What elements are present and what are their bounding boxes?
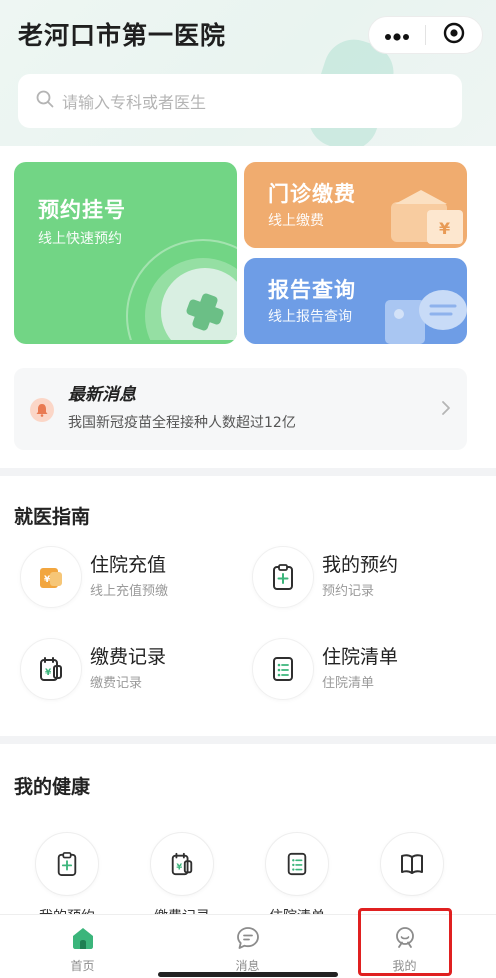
booking-card[interactable]: 预约挂号 线上快速预约 [14, 162, 237, 344]
news-text: 我国新冠疫苗全程接种人数超过12亿 [68, 415, 296, 431]
main-content: 预约挂号 线上快速预约 门诊缴费 线上缴费 ¥ 报告查询 线上报告查询 最新消息… [0, 146, 496, 468]
my-health-section: 我的健康 我的预约 ¥ 缴费记录 [0, 744, 496, 914]
message-icon [235, 925, 261, 955]
list-icon [265, 832, 329, 896]
guide-item-label: 我的预约 [322, 554, 399, 576]
clipboard-plus-icon [252, 546, 314, 608]
search-input[interactable]: 请输入专科或者医生 [18, 74, 462, 128]
highlight-annotation-box [358, 908, 452, 976]
medical-guide-section: 就医指南 ¥ 住院充值 线上充值预缴 我的预约 预约记录 ¥ 缴费记录 缴费记录… [0, 476, 496, 736]
wallet-icon: ¥ [20, 546, 82, 608]
report-query-card[interactable]: 报告查询 线上报告查询 [244, 258, 467, 344]
mini-program-capsule [368, 16, 483, 54]
close-button[interactable] [426, 17, 482, 53]
medical-cross-icon [107, 230, 237, 344]
guide-item-sublabel: 缴费记录 [90, 676, 143, 691]
target-icon [443, 22, 465, 48]
svg-text:¥: ¥ [44, 575, 51, 585]
home-indicator [158, 972, 338, 977]
outpatient-payment-card[interactable]: 门诊缴费 线上缴费 ¥ [244, 162, 467, 248]
header: 老河口市第一医院 请输入专科或者医生 [0, 0, 496, 146]
list-icon [252, 638, 314, 700]
guide-item-hospital-recharge[interactable]: ¥ 住院充值 线上充值预缴 [16, 542, 246, 622]
latest-news-banner[interactable]: 最新消息 我国新冠疫苗全程接种人数超过12亿 [14, 368, 467, 450]
more-dots-icon [384, 26, 410, 45]
news-bell-icon [30, 398, 54, 422]
health-item-label: 我的预约 [12, 906, 122, 914]
guide-item-label: 住院清单 [322, 646, 399, 668]
chevron-right-icon [441, 400, 451, 420]
svg-text:¥: ¥ [176, 862, 182, 872]
page-title: 老河口市第一医院 [18, 21, 227, 50]
svg-text:¥: ¥ [45, 668, 52, 678]
guide-item-sublabel: 预约记录 [322, 584, 375, 599]
wallet-money-icon: ¥ [385, 182, 467, 248]
report-chat-icon [381, 280, 467, 344]
tab-home[interactable]: 首页 [0, 915, 165, 978]
guide-item-my-appointment[interactable]: 我的预约 预约记录 [248, 542, 478, 622]
bill-icon: ¥ [150, 832, 214, 896]
guide-item-sublabel: 住院清单 [322, 676, 375, 691]
more-button[interactable] [369, 17, 425, 53]
tab-label: 首页 [70, 959, 95, 973]
book-icon [380, 832, 444, 896]
news-title: 最新消息 [68, 385, 136, 405]
guide-section-title: 就医指南 [14, 506, 91, 528]
payment-card-subtitle: 线上缴费 [268, 213, 324, 229]
guide-item-hospital-list[interactable]: 住院清单 住院清单 [248, 634, 478, 714]
guide-item-sublabel: 线上充值预缴 [90, 584, 169, 599]
search-icon [36, 90, 54, 112]
booking-card-title: 预约挂号 [38, 198, 126, 222]
svg-text:¥: ¥ [439, 219, 450, 238]
guide-item-label: 住院充值 [90, 554, 167, 576]
report-card-subtitle: 线上报告查询 [268, 309, 352, 325]
guide-item-payment-records[interactable]: ¥ 缴费记录 缴费记录 [16, 634, 246, 714]
payment-card-title: 门诊缴费 [268, 182, 356, 206]
report-card-title: 报告查询 [268, 278, 356, 302]
bill-icon: ¥ [20, 638, 82, 700]
health-item-label: 缴费记录 [127, 906, 237, 914]
search-placeholder: 请输入专科或者医生 [62, 93, 207, 112]
health-section-title: 我的健康 [14, 776, 91, 798]
clipboard-plus-icon [35, 832, 99, 896]
tab-messages[interactable]: 消息 [165, 915, 330, 978]
home-icon [70, 925, 96, 955]
guide-item-label: 缴费记录 [90, 646, 167, 668]
health-item-label: 住院清单 [242, 906, 352, 914]
